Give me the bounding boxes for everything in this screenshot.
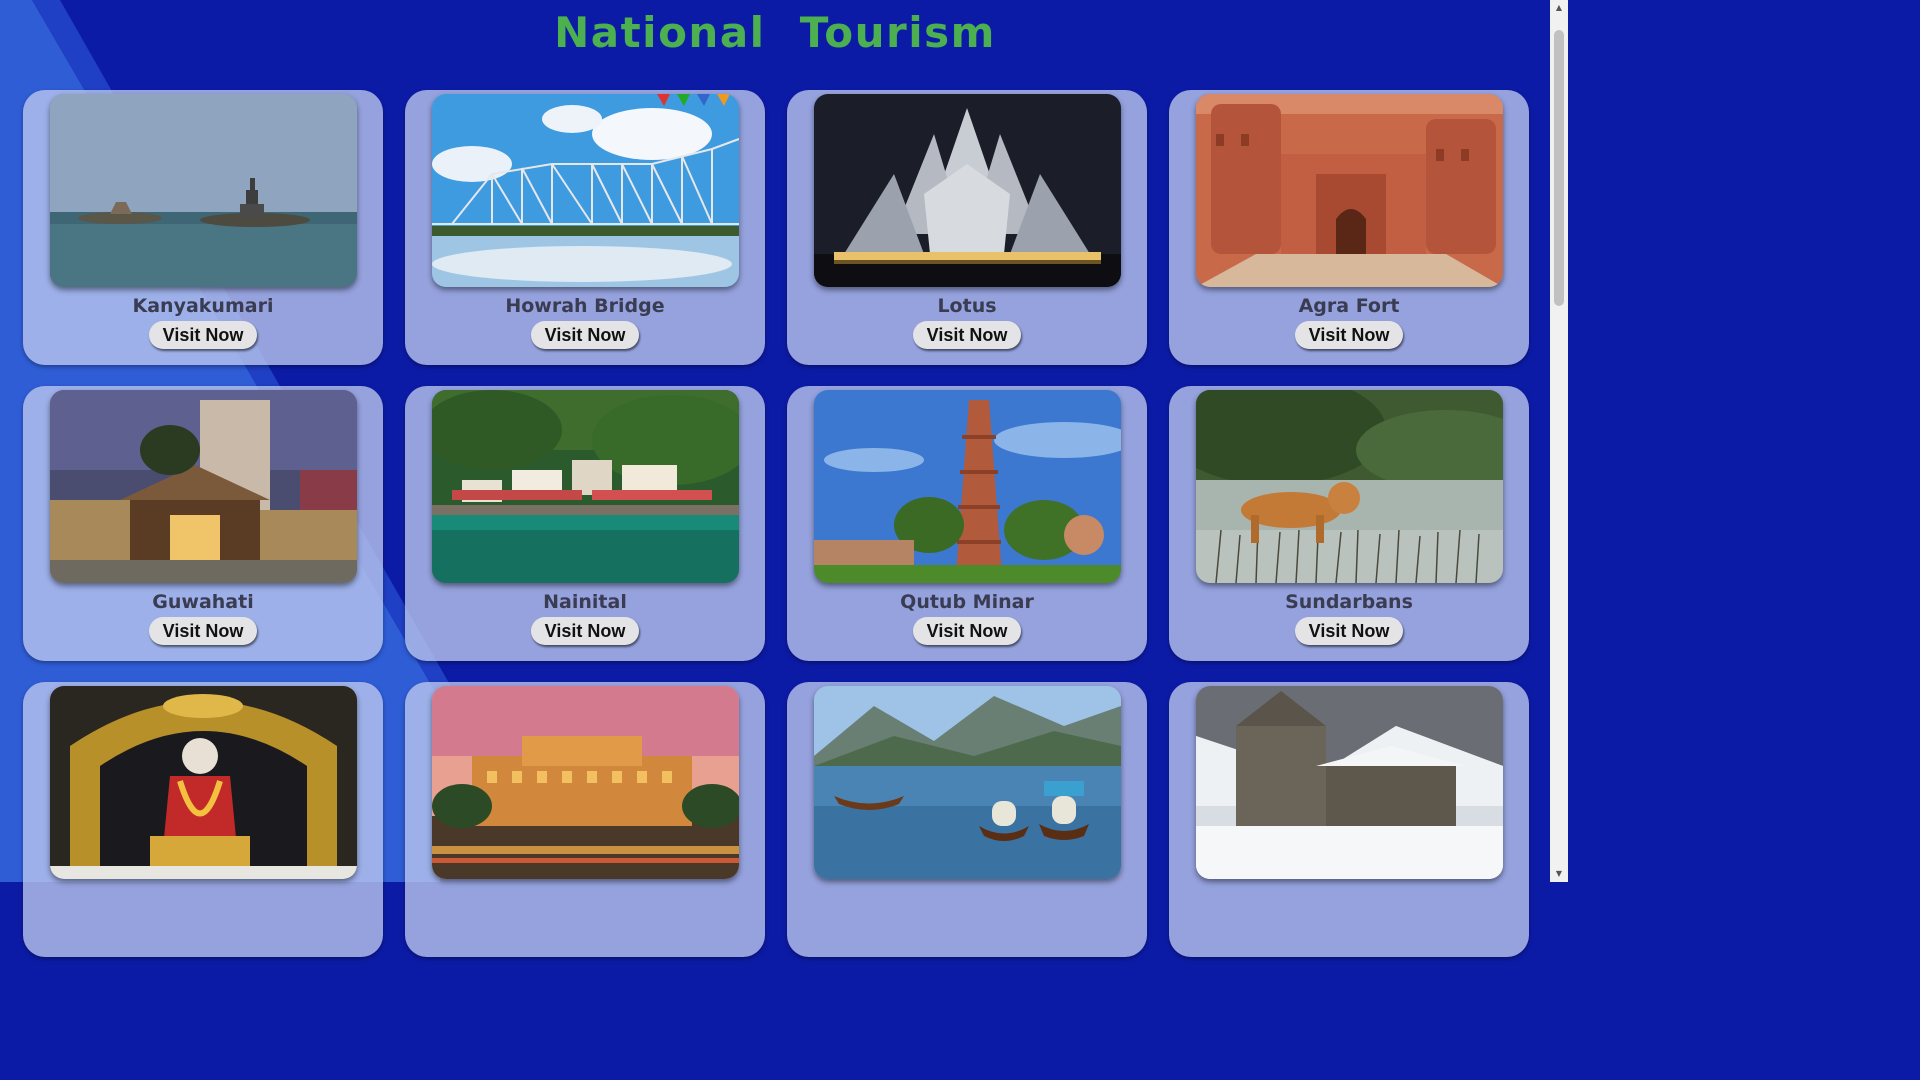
destination-card: Lotus Visit Now <box>787 90 1147 365</box>
destination-card: Sundarbans Visit Now <box>1169 386 1529 661</box>
card-title: Sundarbans <box>1285 591 1413 613</box>
card-title: Agra Fort <box>1298 295 1400 317</box>
destination-card: Guwahati Visit Now <box>23 386 383 661</box>
howrah-bridge-image <box>432 94 739 287</box>
visit-now-button[interactable]: Visit Now <box>531 321 639 349</box>
page-title: National Tourism <box>554 8 996 57</box>
agra-fort-image <box>1196 94 1503 287</box>
visit-now-button[interactable]: Visit Now <box>531 617 639 645</box>
visit-now-button[interactable]: Visit Now <box>913 617 1021 645</box>
destination-card: Kanyakumari Visit Now <box>23 90 383 365</box>
destination-card: Howrah Bridge Visit Now <box>405 90 765 365</box>
destination-card: Nainital Visit Now <box>405 386 765 661</box>
destination-card: Qutub Minar Visit Now <box>787 386 1147 661</box>
card-title: Kanyakumari <box>132 295 274 317</box>
card-title: Qutub Minar <box>900 591 1034 613</box>
destination-grid: Kanyakumari Visit Now Howrah Bridge Visi… <box>23 90 1529 957</box>
card-title: Howrah Bridge <box>505 295 665 317</box>
scroll-up-icon[interactable]: ▲ <box>1550 0 1568 16</box>
destination-card <box>787 682 1147 957</box>
visit-now-button[interactable]: Visit Now <box>149 321 257 349</box>
visit-now-button[interactable]: Visit Now <box>1295 321 1403 349</box>
guwahati-image <box>50 390 357 583</box>
visit-now-button[interactable]: Visit Now <box>913 321 1021 349</box>
card-title: Guwahati <box>152 591 254 613</box>
lotus-temple-image <box>814 94 1121 287</box>
scroll-thumb[interactable] <box>1554 30 1564 306</box>
sundarbans-image <box>1196 390 1503 583</box>
dal-lake-image <box>814 686 1121 879</box>
destination-card: Agra Fort Visit Now <box>1169 90 1529 365</box>
scroll-down-icon[interactable]: ▼ <box>1550 866 1568 882</box>
card-title: Lotus <box>937 295 997 317</box>
visit-now-button[interactable]: Visit Now <box>1295 617 1403 645</box>
qutub-minar-image <box>814 390 1121 583</box>
hawa-mahal-image <box>432 686 739 879</box>
destination-card <box>1169 682 1529 957</box>
destination-card <box>23 682 383 957</box>
visit-now-button[interactable]: Visit Now <box>149 617 257 645</box>
destination-card <box>405 682 765 957</box>
card-title: Nainital <box>543 591 627 613</box>
vertical-scrollbar[interactable]: ▲ ▼ <box>1550 0 1568 882</box>
kanyakumari-image <box>50 94 357 287</box>
kedarnath-image <box>1196 686 1503 879</box>
nainital-image <box>432 390 739 583</box>
shirdi-image <box>50 686 357 879</box>
